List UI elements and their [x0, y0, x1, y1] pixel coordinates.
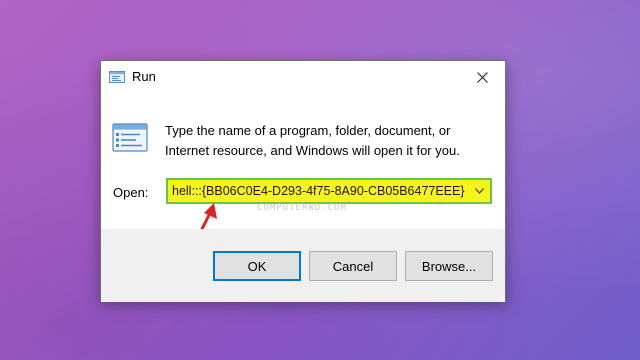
watermark: COMPUTERWD.COM: [257, 203, 347, 213]
close-button[interactable]: [459, 61, 505, 93]
cancel-button[interactable]: Cancel: [309, 251, 397, 281]
open-input[interactable]: hell:::{BB06C0E4-D293-4f75-8A90-CB05B647…: [168, 184, 468, 198]
run-dialog: Run Type the name of a program, folder, …: [100, 60, 506, 302]
ok-button[interactable]: OK: [213, 251, 301, 281]
dropdown-button[interactable]: [468, 180, 490, 202]
run-app-icon: [112, 122, 148, 154]
instruction-text: Type the name of a program, folder, docu…: [165, 123, 460, 158]
window-title: Run: [132, 69, 156, 84]
run-app-icon: [109, 70, 125, 84]
browse-button[interactable]: Browse...: [405, 251, 493, 281]
open-label: Open:: [113, 185, 149, 200]
title-bar[interactable]: Run: [101, 61, 505, 93]
chevron-down-icon: [474, 188, 484, 194]
close-icon: [476, 71, 488, 83]
